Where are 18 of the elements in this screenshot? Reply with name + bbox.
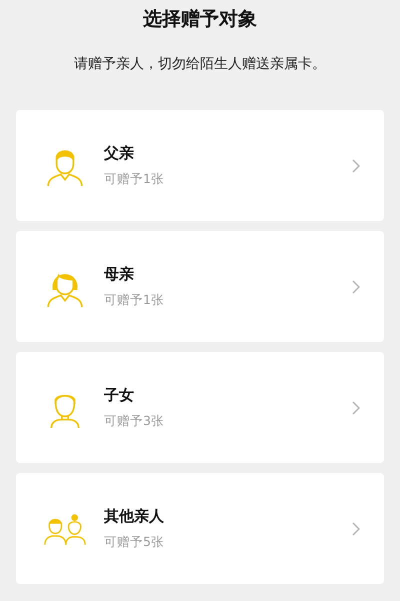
chevron-right-icon: [352, 400, 360, 414]
chevron-right-icon: [352, 158, 360, 172]
chevron-right-icon: [352, 522, 360, 536]
recipient-name: 父亲: [104, 144, 135, 162]
recipient-card[interactable]: 母亲 可赠予1张: [16, 231, 384, 342]
page-title: 选择赠予对象: [143, 7, 257, 32]
notice-text: 请赠予亲人，切勿给陌生人赠送亲属卡。: [74, 55, 326, 74]
recipient-card[interactable]: 子女 可赠予3张: [16, 352, 384, 463]
quota-text: 可赠予3张: [104, 412, 165, 430]
quota-text: 可赠予1张: [104, 292, 165, 308]
recipient-name: 母亲: [104, 264, 135, 284]
quota-text: 可赠予1张: [104, 170, 165, 188]
chevron-right-icon: [352, 280, 360, 294]
recipient-name: 子女: [104, 386, 135, 404]
recipient-card[interactable]: 父亲 可赠予1张: [16, 110, 384, 221]
recipient-name: 其他亲人: [104, 506, 165, 526]
recipient-card[interactable]: 其他亲人 可赠予5张: [16, 473, 384, 584]
quota-text: 可赠予5张: [104, 534, 165, 550]
